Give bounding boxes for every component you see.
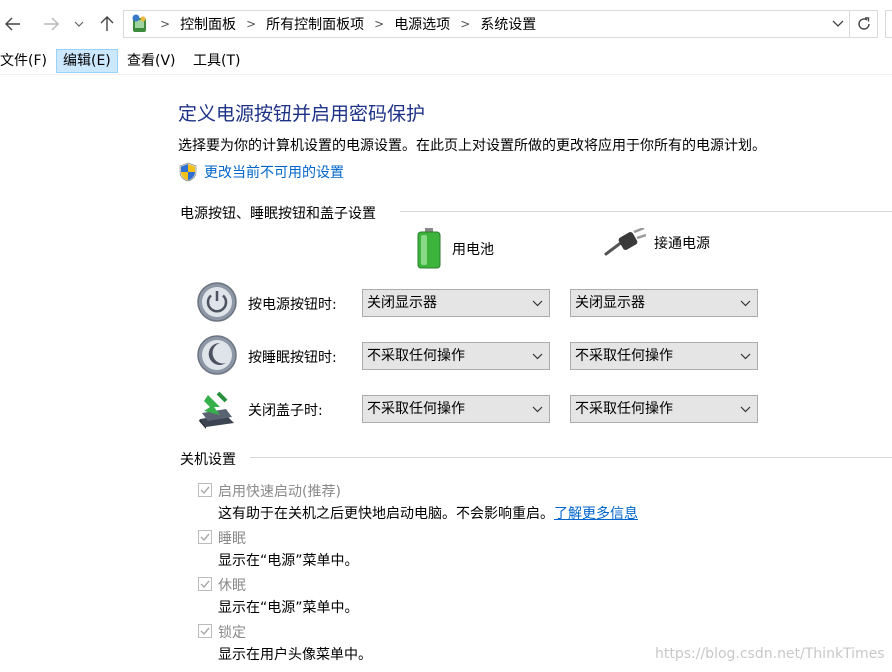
- fast-startup-label: 启用快速启动(推荐): [218, 484, 341, 500]
- power-buttons-section-header: 电源按钮、睡眠按钮和盖子设置: [180, 203, 376, 223]
- section-divider: [250, 457, 892, 458]
- chevron-down-icon: [532, 396, 543, 422]
- laptop-lid-icon: [199, 391, 234, 429]
- power-button-plugged-select[interactable]: 关闭显示器: [570, 289, 758, 317]
- up-arrow-icon: [100, 16, 114, 31]
- power-plug-icon: [604, 228, 646, 256]
- lock-label: 锁定: [218, 625, 246, 641]
- address-bar[interactable]: > 控制面板 > 所有控制面板项 > 电源选项 > 系统设置: [123, 10, 850, 38]
- lock-checkbox[interactable]: [198, 624, 212, 638]
- chevron-down-icon: [740, 290, 751, 316]
- breadcrumb-separator-icon: >: [246, 17, 257, 31]
- lock-description: 显示在用户头像菜单中。: [218, 647, 372, 663]
- power-button-row-label: 按电源按钮时:: [248, 297, 337, 313]
- column-header-battery: 用电池: [416, 228, 494, 270]
- breadcrumb-separator-icon: >: [460, 17, 471, 31]
- power-button-icon: [197, 282, 237, 322]
- breadcrumb-control-panel[interactable]: 控制面板: [176, 14, 240, 34]
- section-header-label: 电源按钮、睡眠按钮和盖子设置: [180, 206, 376, 222]
- refresh-icon: [857, 17, 870, 30]
- sleep-label: 睡眠: [218, 531, 246, 547]
- chevron-down-icon: [532, 343, 543, 369]
- select-value: 不采取任何操作: [575, 401, 673, 417]
- power-button-battery-select[interactable]: 关闭显示器: [362, 289, 550, 317]
- chevron-down-icon: [74, 21, 84, 27]
- learn-more-link[interactable]: 了解更多信息: [554, 506, 638, 522]
- back-button[interactable]: [2, 12, 24, 36]
- change-unavailable-settings-link[interactable]: 更改当前不可用的设置: [178, 162, 344, 182]
- watermark: https://blog.csdn.net/ThinkTimes: [655, 646, 885, 662]
- change-link-label: 更改当前不可用的设置: [204, 165, 344, 181]
- address-dropdown-button[interactable]: [827, 11, 849, 37]
- chevron-down-icon: [740, 396, 751, 422]
- section-header-label: 关机设置: [180, 452, 236, 468]
- select-value: 关闭显示器: [367, 295, 437, 311]
- up-button[interactable]: [96, 12, 118, 36]
- fast-startup-description: 这有助于在关机之后更快地启动电脑。不会影响重启。了解更多信息: [218, 503, 638, 523]
- battery-icon: [417, 228, 441, 269]
- select-value: 不采取任何操作: [367, 401, 465, 417]
- back-arrow-icon: [5, 17, 20, 31]
- sleep-description: 显示在“电源”菜单中。: [218, 553, 359, 569]
- refresh-button[interactable]: [850, 10, 878, 38]
- hibernate-label: 休眠: [218, 578, 246, 594]
- lid-close-row-label: 关闭盖子时:: [248, 403, 323, 419]
- sleep-button-icon: [197, 335, 237, 375]
- lid-close-plugged-select[interactable]: 不采取任何操作: [570, 395, 758, 423]
- menu-edit[interactable]: 编辑(E): [56, 49, 118, 73]
- shutdown-section-header: 关机设置: [180, 449, 236, 469]
- sleep-button-plugged-select[interactable]: 不采取任何操作: [570, 342, 758, 370]
- fast-startup-desc-text: 这有助于在关机之后更快地启动电脑。不会影响重启。: [218, 506, 554, 522]
- search-box[interactable]: [885, 10, 892, 38]
- sleep-checkbox[interactable]: [198, 530, 212, 544]
- menu-tools[interactable]: 工具(T): [187, 49, 246, 73]
- breadcrumb-all-items[interactable]: 所有控制面板项: [262, 14, 368, 34]
- select-value: 关闭显示器: [575, 295, 645, 311]
- menu-bar: 文件(F) 编辑(E) 查看(V) 工具(T): [0, 48, 892, 75]
- select-value: 不采取任何操作: [367, 348, 465, 364]
- page-title: 定义电源按钮并启用密码保护: [178, 103, 426, 125]
- fast-startup-checkbox[interactable]: [198, 483, 212, 497]
- breadcrumb-separator-icon: >: [160, 17, 171, 31]
- control-panel-icon: [132, 14, 146, 32]
- sleep-button-battery-select[interactable]: 不采取任何操作: [362, 342, 550, 370]
- forward-arrow-icon: [44, 17, 59, 31]
- section-divider: [400, 211, 892, 212]
- breadcrumb: > 控制面板 > 所有控制面板项 > 电源选项 > 系统设置: [154, 11, 540, 37]
- breadcrumb-system-settings[interactable]: 系统设置: [476, 14, 540, 34]
- recent-locations-button[interactable]: [68, 12, 90, 36]
- page-description: 选择要为你的计算机设置的电源设置。在此页上对设置所做的更改将应用于你所有的电源计…: [178, 138, 766, 154]
- plugged-in-label: 接通电源: [654, 236, 710, 252]
- hibernate-checkbox[interactable]: [198, 577, 212, 591]
- chevron-down-icon: [832, 20, 844, 27]
- battery-label: 用电池: [452, 242, 494, 258]
- breadcrumb-power-options[interactable]: 电源选项: [390, 14, 454, 34]
- chevron-down-icon: [532, 290, 543, 316]
- breadcrumb-separator-icon: >: [374, 17, 385, 31]
- chevron-down-icon: [740, 343, 751, 369]
- select-value: 不采取任何操作: [575, 348, 673, 364]
- lid-close-battery-select[interactable]: 不采取任何操作: [362, 395, 550, 423]
- forward-button[interactable]: [40, 12, 62, 36]
- navigation-bar: > 控制面板 > 所有控制面板项 > 电源选项 > 系统设置: [0, 0, 892, 48]
- checkmark-icon: [200, 533, 210, 542]
- checkmark-icon: [200, 580, 210, 589]
- checkmark-icon: [200, 627, 210, 636]
- sleep-button-row-label: 按睡眠按钮时:: [248, 350, 337, 366]
- checkmark-icon: [200, 486, 210, 495]
- uac-shield-icon: [179, 162, 197, 182]
- menu-file[interactable]: 文件(F): [0, 49, 53, 73]
- menu-view[interactable]: 查看(V): [121, 49, 182, 73]
- column-header-plugged-in: 接通电源: [604, 228, 710, 258]
- hibernate-description: 显示在“电源”菜单中。: [218, 600, 359, 616]
